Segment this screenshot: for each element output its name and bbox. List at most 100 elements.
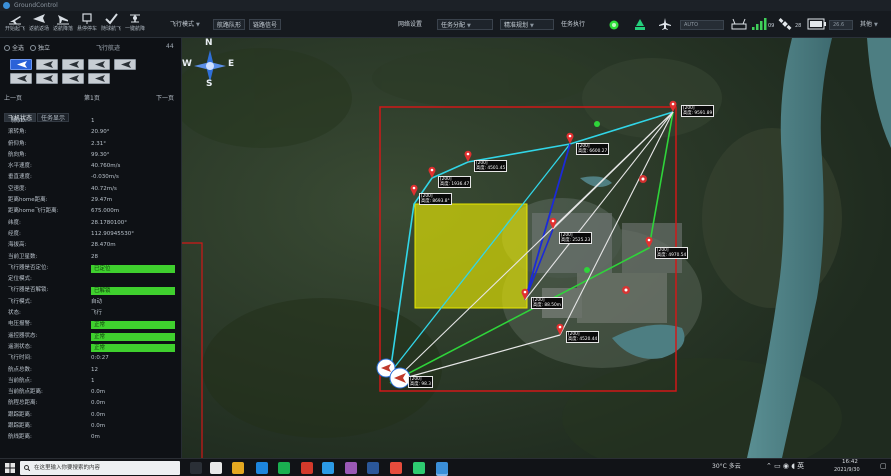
clock-date: 2021/9/30 bbox=[834, 467, 860, 473]
plane-icon bbox=[95, 75, 105, 82]
task-execute-button[interactable]: 任务执行 bbox=[561, 19, 585, 30]
map-canvas[interactable] bbox=[182, 38, 891, 458]
uav-button-5[interactable] bbox=[114, 59, 136, 70]
other-dropdown[interactable]: 其他 ▼ bbox=[860, 19, 878, 30]
app-icon[interactable] bbox=[413, 462, 425, 474]
status-key: 经度: bbox=[8, 230, 21, 237]
status-row: 飞机ID: 1 bbox=[4, 116, 180, 127]
windows-start-icon[interactable] bbox=[5, 463, 15, 473]
status-key: 俯仰角: bbox=[8, 140, 27, 147]
select-all-radio[interactable]: 全选 bbox=[4, 43, 24, 52]
status-value: 0.0m bbox=[91, 389, 106, 396]
uav-button-6[interactable] bbox=[10, 73, 32, 84]
status-key: 水平速度: bbox=[8, 163, 32, 170]
uav-selector: 全选 独立 飞行航迹 44 bbox=[0, 38, 182, 88]
signal-bars-icon bbox=[752, 18, 767, 30]
start-takeoff-button[interactable]: 开始起飞 bbox=[5, 12, 25, 32]
app-icon[interactable] bbox=[390, 462, 402, 474]
weather-readout: 30°C 多云 bbox=[712, 463, 741, 470]
status-value: 0m bbox=[91, 434, 100, 441]
prev-page-button[interactable]: 上一页 bbox=[4, 93, 22, 102]
status-value: 28.470m bbox=[91, 242, 116, 249]
status-row: 航点总数: 12 bbox=[4, 365, 180, 376]
uav-button-9[interactable] bbox=[88, 73, 110, 84]
app-icon[interactable] bbox=[322, 462, 334, 474]
status-key: 飞机ID: bbox=[8, 118, 27, 124]
status-value: -0.030m/s bbox=[91, 174, 119, 181]
window-title: GroundControl bbox=[14, 2, 58, 9]
status-key: 遥控器状态: bbox=[8, 332, 38, 339]
chevron-down-icon: ▼ bbox=[530, 23, 534, 29]
status-key: 电压报警: bbox=[8, 321, 32, 328]
precise-plan-dropdown[interactable]: 精准规划 ▼ bbox=[500, 19, 554, 30]
status-value: 28.1780100° bbox=[91, 219, 127, 226]
status-row: 飞行器是否定位: 已定位 bbox=[4, 263, 180, 274]
status-value: 99.30° bbox=[91, 151, 110, 158]
word-icon[interactable] bbox=[367, 462, 379, 474]
status-row: 经度: 112.90945530° bbox=[4, 229, 180, 240]
windows-taskbar: 在这里输入你要搜索的内容 30°C 多云 ⌃ ▭ ◉ ◖ 英 16:42 202… bbox=[0, 458, 891, 476]
task-view-icon[interactable] bbox=[190, 462, 202, 474]
chevron-down-icon: ▼ bbox=[874, 22, 878, 28]
waypoint-tag: [200] 高度: 1936.47 bbox=[438, 176, 472, 188]
waypoint-tag: [200] 高度: 4520.44 bbox=[566, 331, 600, 343]
status-key: 距离home距离: bbox=[8, 197, 48, 204]
task-assign-dropdown[interactable]: 任务分配 ▼ bbox=[437, 19, 493, 30]
status-value: 28 bbox=[91, 253, 98, 260]
return-land-button[interactable]: 返航降落 bbox=[53, 12, 73, 32]
alone-radio[interactable]: 独立 bbox=[30, 43, 50, 52]
status-value: 0:0:27 bbox=[91, 355, 109, 362]
plane-icon bbox=[69, 61, 79, 68]
status-value: 40.760m/s bbox=[91, 163, 121, 170]
compass-north: N bbox=[205, 38, 213, 48]
tray-icons[interactable]: ⌃ ▭ ◉ ◖ 英 bbox=[766, 461, 804, 471]
plane-icon bbox=[17, 75, 27, 82]
status-value: 自动 bbox=[91, 298, 103, 305]
explorer-icon[interactable] bbox=[210, 462, 222, 474]
app-icon[interactable] bbox=[345, 462, 357, 474]
status-row: 俯仰角: 2.31° bbox=[4, 139, 180, 150]
status-led-icon bbox=[609, 20, 619, 30]
network-settings-label[interactable]: 网络设置 bbox=[398, 19, 422, 30]
follow-fly-button[interactable]: 随球航飞 bbox=[101, 12, 121, 32]
status-row: 跟踪距离: 0.0m bbox=[4, 410, 180, 421]
takeoff-icon bbox=[9, 16, 21, 25]
check-plane-icon bbox=[105, 13, 118, 25]
app-icon[interactable] bbox=[301, 462, 313, 474]
uav-button-7[interactable] bbox=[36, 73, 58, 84]
uav-button-1[interactable] bbox=[10, 59, 32, 70]
notification-icon[interactable]: ▢ bbox=[880, 462, 887, 470]
status-row: 遥控器状态: 正常 bbox=[4, 331, 180, 342]
radio-icon bbox=[30, 45, 36, 51]
edge-icon[interactable] bbox=[256, 462, 268, 474]
folder-icon[interactable] bbox=[232, 462, 244, 474]
uav-button-4[interactable] bbox=[88, 59, 110, 70]
status-key: 跟踪距离: bbox=[8, 423, 32, 430]
status-key: 定位模式: bbox=[8, 276, 32, 283]
next-page-button[interactable]: 下一页 bbox=[156, 93, 174, 102]
status-key: 航点总数: bbox=[8, 366, 32, 373]
status-key: 垂直速度: bbox=[8, 174, 32, 181]
return-field-button[interactable]: 返航返场 bbox=[29, 12, 49, 32]
status-value: 0.0m bbox=[91, 400, 106, 407]
compass-south: S bbox=[206, 79, 213, 89]
hover-icon bbox=[82, 13, 92, 24]
status-key: 距离home飞行距离: bbox=[8, 208, 59, 215]
uav-button-3[interactable] bbox=[62, 59, 84, 70]
route-formation-button[interactable]: 航路队形 bbox=[213, 19, 246, 30]
link-signal-button[interactable]: 链路信号 bbox=[249, 19, 282, 30]
flight-mode-dropdown[interactable]: 飞行模式 ▼ bbox=[170, 19, 200, 30]
status-value: 112.90945530° bbox=[91, 230, 134, 237]
one-key-land-button[interactable]: 一键航降 bbox=[125, 12, 145, 32]
ground-control-taskbar-icon[interactable] bbox=[436, 462, 448, 474]
satellite-map[interactable]: N S W E [200] 高度: 9591.89 [200] 高度: 6600.2… bbox=[182, 38, 891, 458]
hover-stop-button[interactable]: 悬停停车 bbox=[77, 12, 97, 32]
uav-button-8[interactable] bbox=[62, 73, 84, 84]
uav-count: 44 bbox=[166, 43, 174, 50]
uav-button-2[interactable] bbox=[36, 59, 58, 70]
plane-icon bbox=[95, 61, 105, 68]
taskbar-search-input[interactable]: 在这里输入你要搜索的内容 bbox=[20, 461, 180, 475]
satellite-count: 28 bbox=[795, 23, 802, 29]
flight-mode-readout: AUTO bbox=[680, 20, 724, 30]
wechat-icon[interactable] bbox=[278, 462, 290, 474]
